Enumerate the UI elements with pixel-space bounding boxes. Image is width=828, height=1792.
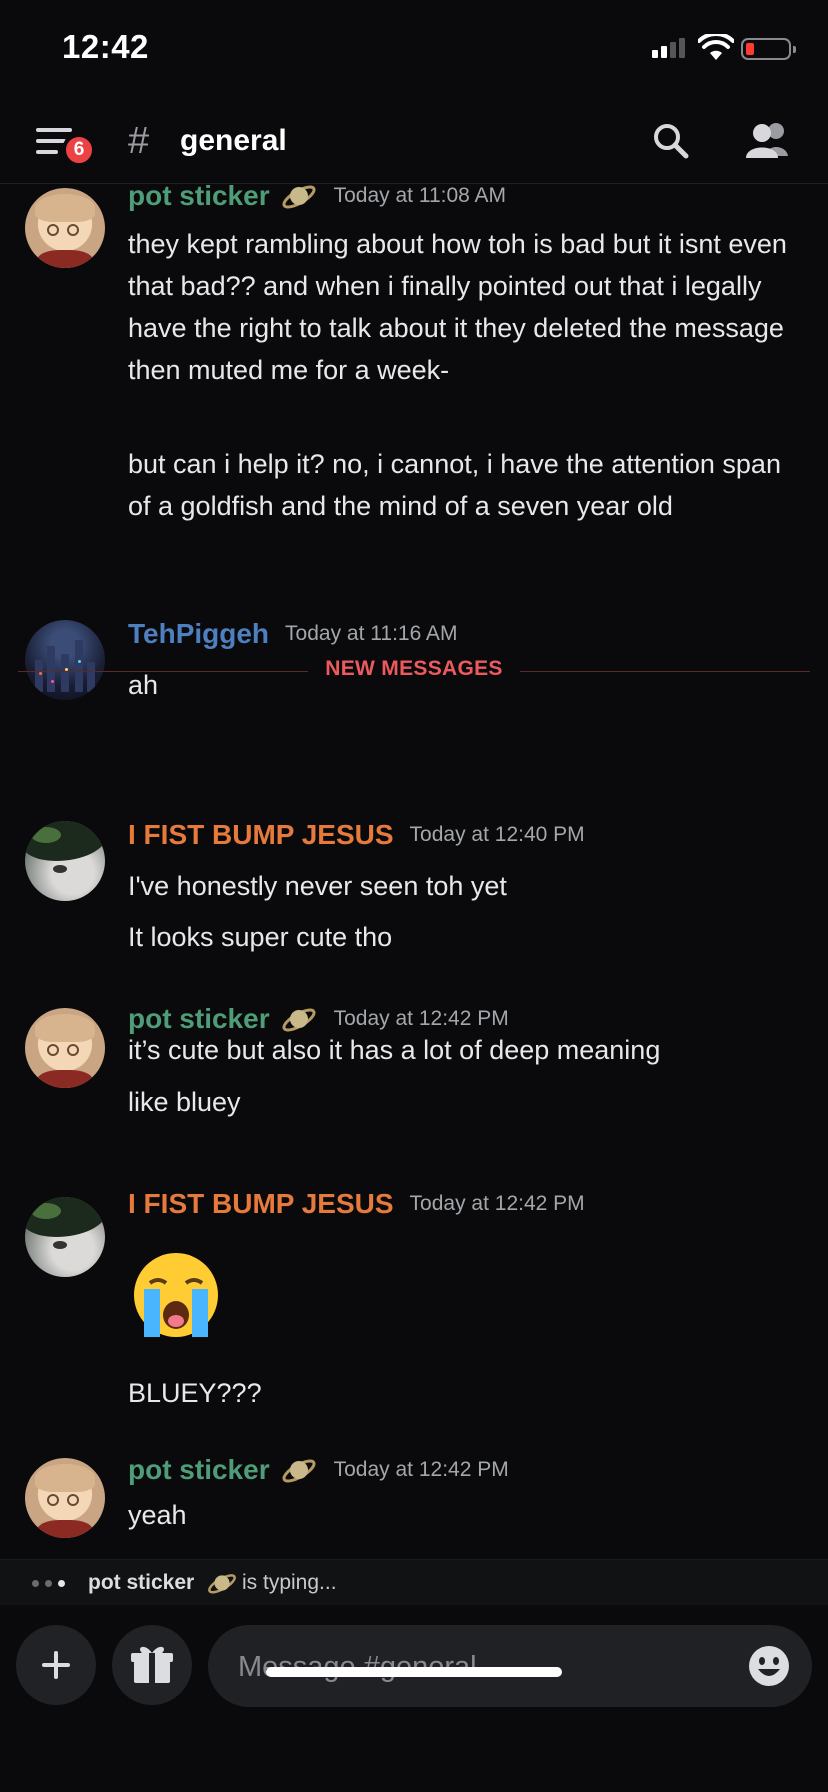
new-messages-divider: NEW MESSAGES (18, 657, 810, 687)
message-header: pot sticker Today at 11:08 AM (128, 185, 506, 215)
emoji-picker-icon[interactable] (748, 1645, 790, 1687)
message-text: like bluey (128, 1087, 241, 1117)
message-timestamp: Today at 12:42 PM (333, 1458, 509, 1481)
message-text: I've honestly never seen toh yet (128, 871, 507, 901)
message-header: I FIST BUMP JESUS Today at 12:42 PM (128, 1188, 585, 1220)
typing-user: pot sticker (88, 1571, 195, 1594)
gift-icon (131, 1646, 173, 1683)
message-text: It looks super cute tho (128, 922, 393, 952)
author-name[interactable]: pot sticker (128, 185, 270, 212)
channel-hash-icon: # (128, 120, 150, 162)
add-attachment-button[interactable] (16, 1625, 96, 1705)
members-icon[interactable] (744, 120, 792, 162)
message-text: it’s cute but also it has a lot of deep … (128, 1035, 661, 1065)
message-timestamp: Today at 11:08 AM (333, 185, 506, 207)
author-name[interactable]: I FIST BUMP JESUS (128, 819, 394, 851)
status-bar: 12:42 (0, 0, 828, 100)
notification-badge: 6 (62, 133, 96, 167)
typing-dots-icon (32, 1580, 65, 1587)
message-header: pot sticker Today at 12:42 PM (128, 1451, 509, 1489)
channel-header: 6 # general (0, 100, 828, 184)
battery-icon (741, 38, 796, 60)
message-header: I FIST BUMP JESUS Today at 12:40 PM (128, 819, 585, 851)
planet-icon (282, 185, 316, 209)
gift-button[interactable] (112, 1625, 192, 1705)
search-icon[interactable] (650, 120, 692, 162)
home-indicator (266, 1667, 562, 1677)
avatar-pot-sticker[interactable] (25, 188, 105, 268)
message-timestamp: Today at 12:40 PM (409, 823, 585, 846)
channel-title[interactable]: general (180, 124, 287, 158)
message-header: TehPiggeh Today at 11:16 AM (128, 618, 457, 650)
avatar-pot-sticker[interactable] (25, 1458, 105, 1538)
message-text: but can i help it? no, i cannot, i have … (128, 449, 781, 521)
new-messages-label: NEW MESSAGES (325, 657, 503, 680)
author-name[interactable]: TehPiggeh (128, 618, 269, 650)
author-name[interactable]: pot sticker (128, 1454, 270, 1486)
status-time: 12:42 (62, 28, 149, 65)
message-text: yeah (128, 1500, 187, 1530)
message-timestamp: Today at 12:42 PM (333, 1007, 509, 1030)
avatar-i-fist-bump-jesus[interactable] (25, 821, 105, 901)
crying-face-emoji (134, 1253, 218, 1337)
avatar-pot-sticker[interactable] (25, 1008, 105, 1088)
avatar-i-fist-bump-jesus[interactable] (25, 1197, 105, 1277)
message-list[interactable]: pot sticker Today at 11:08 AM they kept … (0, 185, 828, 1559)
typing-indicator: pot sticker is typing... (0, 1559, 828, 1605)
message-text: BLUEY??? (128, 1378, 262, 1408)
planet-icon (208, 1574, 236, 1594)
cellular-signal-icon (652, 38, 685, 58)
message-composer (0, 1605, 828, 1792)
wifi-icon (698, 34, 734, 60)
message-timestamp: Today at 12:42 PM (409, 1192, 585, 1215)
planet-icon (282, 1459, 316, 1483)
author-name[interactable]: I FIST BUMP JESUS (128, 1188, 394, 1220)
typing-status-text: is typing... (242, 1571, 337, 1594)
message-text: they kept rambling about how toh is bad … (128, 229, 787, 385)
message-input-container[interactable] (208, 1625, 812, 1707)
message-timestamp: Today at 11:16 AM (285, 622, 458, 645)
